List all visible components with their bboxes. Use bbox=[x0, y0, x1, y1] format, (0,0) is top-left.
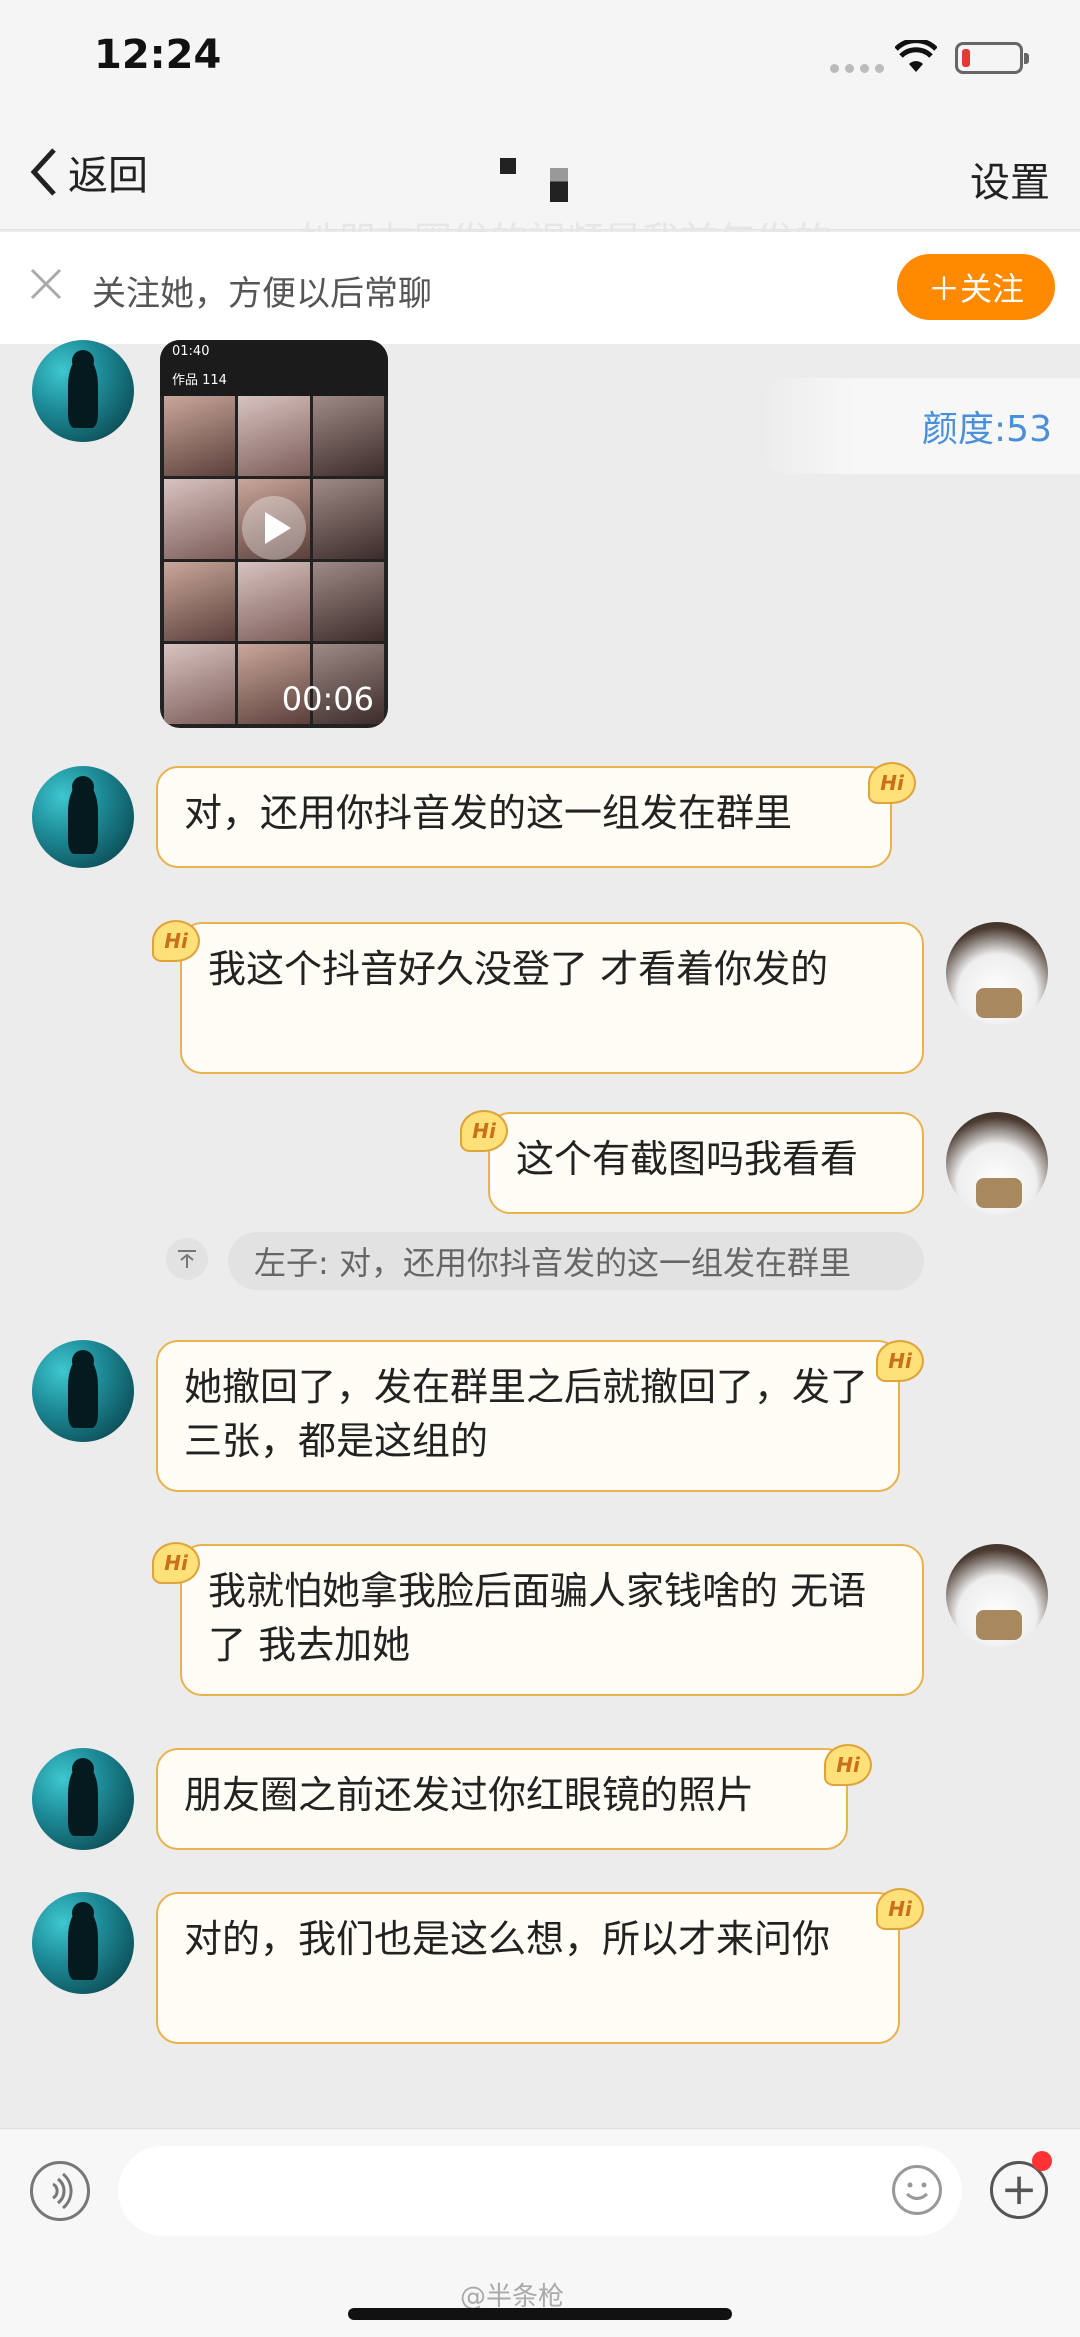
hi-badge-icon: Hi bbox=[876, 1340, 924, 1382]
back-label: 返回 bbox=[68, 153, 148, 199]
signal-icon bbox=[830, 64, 884, 73]
video-thumb-grid bbox=[164, 396, 384, 724]
status-bar: 12:24 bbox=[0, 0, 1080, 120]
hi-badge-icon: Hi bbox=[152, 920, 200, 962]
quoted-message[interactable]: 左子: 对，还用你抖音发的这一组发在群里 bbox=[228, 1232, 924, 1290]
avatar[interactable] bbox=[32, 1748, 134, 1850]
message-bubble[interactable]: 我这个抖音好久没登了 才看着你发的 bbox=[180, 922, 924, 1074]
home-indicator[interactable] bbox=[348, 2308, 732, 2320]
message-text: 我这个抖音好久没登了 才看着你发的 bbox=[208, 947, 829, 991]
avatar[interactable] bbox=[946, 922, 1048, 1024]
message-input[interactable] bbox=[118, 2146, 962, 2236]
video-thumb-header: 01:40 作品 114 bbox=[160, 340, 388, 396]
avatar[interactable] bbox=[946, 1112, 1048, 1214]
hi-badge-icon: Hi bbox=[876, 1888, 924, 1930]
follow-button[interactable]: ＋关注 bbox=[897, 254, 1055, 320]
hi-badge-icon: Hi bbox=[460, 1110, 508, 1152]
message-bubble[interactable]: 她撤回了，发在群里之后就撤回了，发了三张，都是这组的 bbox=[156, 1340, 900, 1492]
follow-banner: 关注她，方便以后常聊 ＋关注 bbox=[0, 232, 1080, 344]
back-button[interactable]: 返回 bbox=[26, 144, 148, 200]
hi-badge-icon: Hi bbox=[868, 762, 916, 804]
notification-dot bbox=[1032, 2151, 1052, 2171]
message-bubble[interactable]: 对的，我们也是这么想，所以才来问你 bbox=[156, 1892, 900, 2044]
message-text: 我就怕她拿我脸后面骗人家钱啥的 无语了 我去加她 bbox=[208, 1569, 867, 1667]
avatar[interactable] bbox=[32, 1340, 134, 1442]
heat-label: 颜度:53 bbox=[922, 409, 1052, 450]
status-time: 12:24 bbox=[94, 32, 222, 78]
quote-collapse-icon[interactable] bbox=[166, 1238, 208, 1280]
heat-badge: 颜度:53 bbox=[760, 378, 1080, 474]
bottom-area: @半条枪 bbox=[0, 2258, 1080, 2337]
message-bubble[interactable]: 这个有截图吗我看看 bbox=[488, 1112, 924, 1214]
video-message[interactable]: 01:40 作品 114 00:06 bbox=[160, 340, 388, 728]
video-thumb-time: 01:40 bbox=[172, 344, 210, 359]
video-thumb-title: 作品 114 bbox=[172, 373, 227, 388]
avatar[interactable] bbox=[32, 340, 134, 442]
message-text: 对的，我们也是这么想，所以才来问你 bbox=[184, 1917, 831, 1961]
message-bubble[interactable]: 朋友圈之前还发过你红眼镜的照片 bbox=[156, 1748, 848, 1850]
avatar[interactable] bbox=[946, 1544, 1048, 1646]
message-text: 对，还用你抖音发的这一组发在群里 bbox=[184, 791, 793, 835]
wifi-icon bbox=[895, 40, 937, 72]
message-text: 朋友圈之前还发过你红眼镜的照片 bbox=[184, 1773, 755, 1817]
message-text: 她撤回了，发在群里之后就撤回了，发了三张，都是这组的 bbox=[184, 1365, 869, 1463]
message-bubble[interactable]: 我就怕她拿我脸后面骗人家钱啥的 无语了 我去加她 bbox=[180, 1544, 924, 1696]
chevron-left-icon bbox=[30, 148, 56, 196]
emoji-icon[interactable] bbox=[892, 2165, 942, 2215]
nav-title-redacted bbox=[500, 158, 568, 202]
hi-badge-icon: Hi bbox=[824, 1744, 872, 1786]
follow-tip: 关注她，方便以后常聊 bbox=[92, 274, 432, 314]
video-duration: 00:06 bbox=[281, 680, 374, 718]
settings-button[interactable]: 设置 bbox=[970, 150, 1050, 208]
hi-badge-icon: Hi bbox=[152, 1542, 200, 1584]
message-bubble[interactable]: 对，还用你抖音发的这一组发在群里 bbox=[156, 766, 892, 868]
close-icon[interactable] bbox=[28, 266, 64, 302]
voice-icon[interactable] bbox=[30, 2161, 90, 2221]
input-bar: + bbox=[0, 2128, 1080, 2258]
battery-icon bbox=[955, 42, 1029, 74]
play-icon[interactable] bbox=[242, 496, 306, 560]
avatar[interactable] bbox=[32, 1892, 134, 1994]
nav-bar: 她朋友圈发的视频是我前年发的 返回 设置 bbox=[0, 120, 1080, 263]
avatar[interactable] bbox=[32, 766, 134, 868]
message-text: 这个有截图吗我看看 bbox=[516, 1137, 859, 1181]
